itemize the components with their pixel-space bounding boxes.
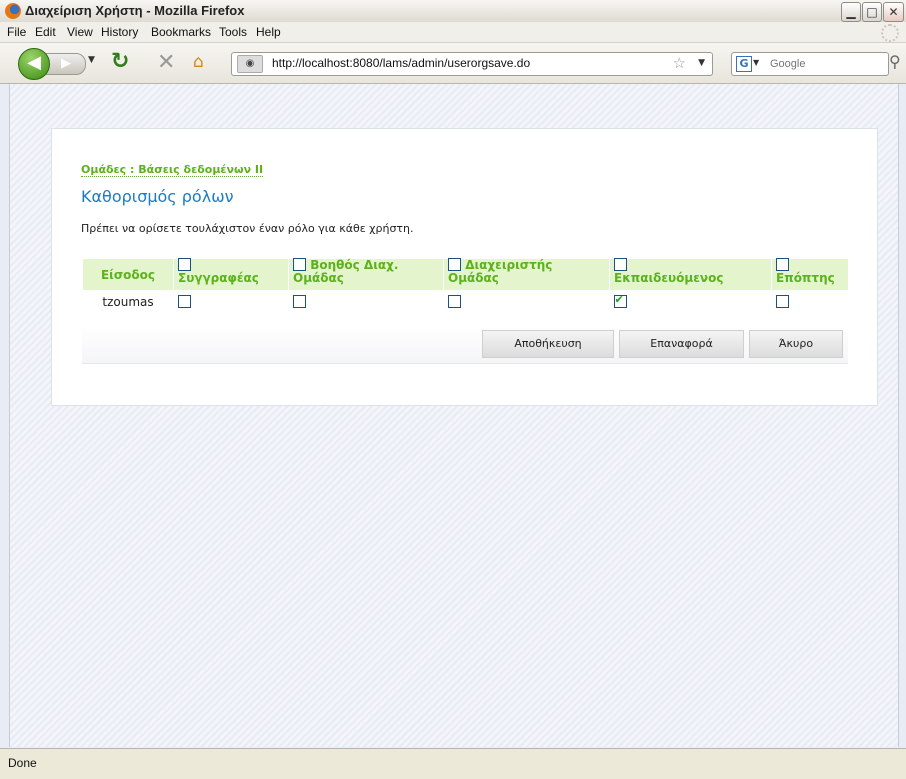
role-column-header: Επόπτης [771,258,848,290]
role-column-header: Εκπαιδευόμενος [609,258,772,290]
button-row: Αποθήκευση Επαναφορά Άκυρο [82,326,848,364]
role-cell [444,290,610,314]
role-header-label: Βοηθός Διαχ. Ομάδας [293,258,399,285]
role-checkbox[interactable] [292,295,306,308]
role-cell [289,290,444,314]
table-row: tzoumas [83,290,849,314]
stop-icon[interactable]: ✕ [157,50,175,75]
reload-icon[interactable]: ↻ [111,49,129,74]
throbber-icon [881,24,899,42]
forward-button[interactable]: ▶ [46,53,86,75]
select-all-checkbox[interactable] [614,258,627,271]
role-cell [772,290,849,314]
select-all-checkbox[interactable] [776,258,789,271]
role-header-label: Εκπαιδευόμενος [614,271,724,285]
url-bar[interactable]: ◉ http://localhost:8080/lams/admin/usero… [231,52,713,76]
maximize-button[interactable]: □ [862,2,882,22]
instruction-text: Πρέπει να ορίσετε τουλάχιστον έναν ρόλο … [81,222,414,235]
cancel-button[interactable]: Άκυρο [749,330,843,358]
role-header-label: Επόπτης [776,271,835,285]
magnifier-icon[interactable]: ⚲ [889,52,901,71]
role-column-header: Βοηθός Διαχ. Ομάδας [288,258,444,290]
back-button[interactable]: ◀ [18,48,50,80]
role-checkbox[interactable] [447,295,461,308]
login-column-header: Είσοδος [82,259,174,290]
google-search-icon[interactable]: G [736,56,752,72]
navigation-toolbar: ▶ ◀ ▼ ↻ ✕ ⌂ ◉ http://localhost:8080/lams… [0,43,906,84]
menu-file[interactable]: File [7,25,26,39]
home-icon[interactable]: ⌂ [193,52,204,72]
close-window-button[interactable]: ✕ [883,2,904,22]
forward-arrow-icon: ▶ [61,56,71,71]
bookmark-star-icon[interactable]: ☆ [673,54,686,72]
menu-edit[interactable]: Edit [35,25,56,39]
url-dropdown-icon[interactable]: ▼ [698,58,705,68]
role-cell [174,290,289,314]
search-bar[interactable]: G ▼ [731,52,889,76]
roles-table: Είσοδος Συγγραφέας Βοηθός Διαχ. Ομάδας Δ… [82,258,849,314]
breadcrumb[interactable]: Ομάδες : Βάσεις δεδομένων II [81,163,264,177]
reset-button[interactable]: Επαναφορά [619,330,744,358]
firefox-logo-icon [5,3,21,19]
status-text: Done [8,756,37,770]
select-all-checkbox[interactable] [293,258,306,271]
menu-view[interactable]: View [67,25,93,39]
status-bar: Done [0,748,906,779]
role-header-label: Συγγραφέας [178,271,259,285]
content-panel: Ομάδες : Βάσεις δεδομένων II Καθορισμός … [51,128,878,406]
roles-table-body: tzoumas [83,290,849,314]
role-column-header: Διαχειριστής Ομάδας [443,258,610,290]
window-titlebar: Διαχείριση Χρήστη - Mozilla Firefox ▁ □ … [0,0,906,23]
role-column-header: Συγγραφέας [173,258,289,290]
page-viewport: Ομάδες : Βάσεις δεδομένων II Καθορισμός … [9,84,899,747]
select-all-checkbox[interactable] [448,258,461,271]
minimize-button[interactable]: ▁ [841,2,861,22]
back-arrow-icon: ◀ [27,52,41,73]
history-dropdown-icon[interactable]: ▼ [88,55,95,65]
select-all-checkbox[interactable] [178,258,191,271]
menu-bar: File Edit View History Bookmarks Tools H… [0,22,906,43]
role-checkbox[interactable] [775,295,789,308]
role-checkbox[interactable] [177,295,191,308]
menu-history[interactable]: History [101,25,138,39]
menu-help[interactable]: Help [256,25,281,39]
page-title: Καθορισμός ρόλων [81,187,234,206]
role-checkbox[interactable] [613,293,627,308]
role-cell [610,290,772,314]
url-text[interactable]: http://localhost:8080/lams/admin/userorg… [272,56,530,70]
role-header-label: Διαχειριστής Ομάδας [448,258,553,285]
search-engine-dropdown-icon[interactable]: ▼ [753,58,759,67]
user-login-cell: tzoumas [102,295,154,309]
menu-tools[interactable]: Tools [219,25,247,39]
menu-bookmarks[interactable]: Bookmarks [151,25,211,39]
search-input[interactable] [768,55,882,73]
site-identity-icon[interactable]: ◉ [237,55,263,73]
window-title: Διαχείριση Χρήστη - Mozilla Firefox [25,3,245,18]
save-button[interactable]: Αποθήκευση [482,330,614,358]
